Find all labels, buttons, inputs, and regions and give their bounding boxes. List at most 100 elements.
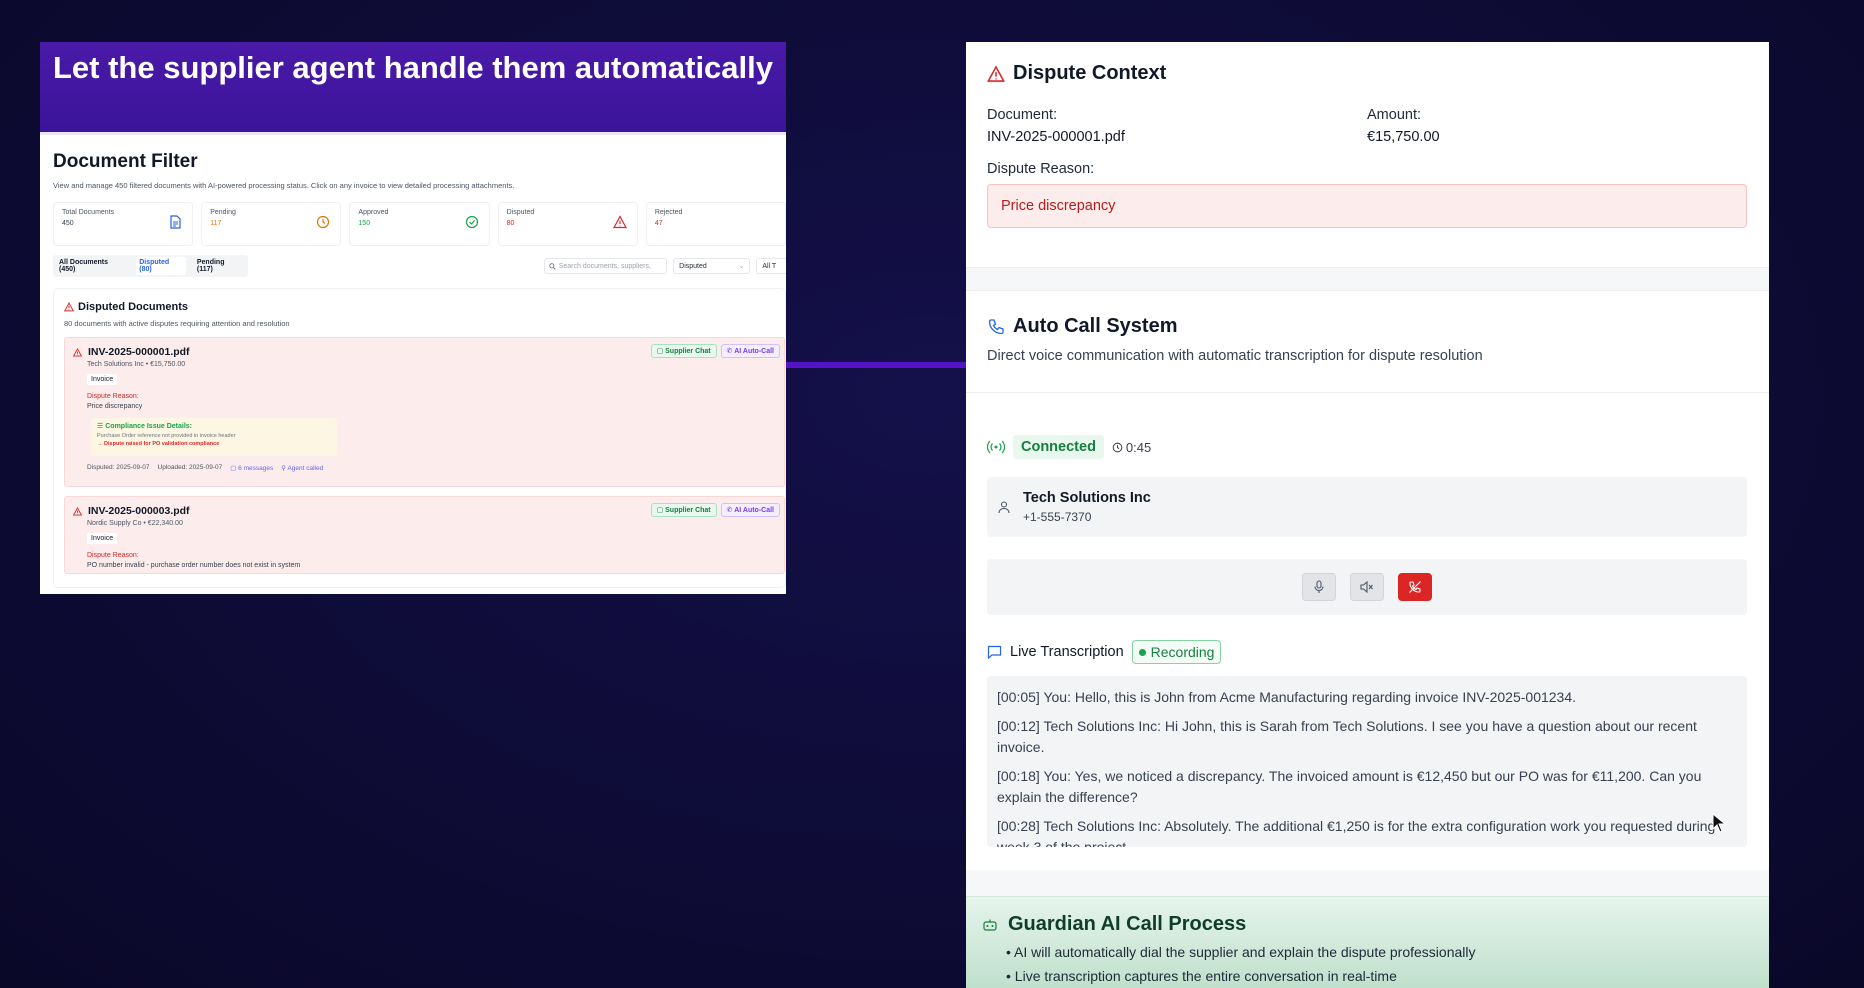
section-title-text: Dispute Context [1013,62,1167,84]
stat-value: 47 [654,220,663,227]
call-body: Connected 0:45 Tech Solutions Inc +1-555… [966,435,1769,847]
select-value: Disputed [679,262,707,270]
user-icon [998,501,1010,514]
recording-badge: Recording [1131,640,1222,664]
search-placeholder: Search documents, suppliers, [558,262,651,270]
end-call-button[interactable] [1398,573,1432,601]
transcript-line: [00:28] Tech Solutions Inc: Absolutely. … [997,818,1716,847]
document-filter-screenshot: Let the supplier agent handle them autom… [40,42,786,594]
warning-icon [73,506,82,515]
ai-auto-call-button[interactable]: ✆ AI Auto-Call [720,503,780,517]
document-label: Document: [987,107,1058,123]
disputed-date: Disputed: 2025-09-07 [87,464,150,471]
stat-value: 80 [506,220,515,227]
compliance-action: → Dispute raised for PO validation compl… [97,441,220,447]
tab-group: All Documents (450) Disputed (80) Pendin… [53,255,248,277]
mouse-cursor-icon [1712,813,1726,833]
select-value: All T [762,262,777,270]
stat-label: Approved [358,209,389,216]
section-description: Direct voice communication with automati… [987,348,1483,364]
dispute-reason-label: Dispute Reason: [87,393,139,400]
clock-icon [1112,442,1123,452]
signal-icon [987,440,1005,454]
check-circle-icon [465,215,478,229]
dispute-card[interactable]: INV-2025-000003.pdf Nordic Supply Co • €… [64,496,785,574]
contact-info: Tech Solutions Inc +1-555-7370 [1023,490,1151,524]
stat-disputed: Disputed 80 [497,202,638,246]
supplier-chat-button[interactable]: ▢ Supplier Chat [650,503,717,517]
page-title: Document Filter [53,151,198,172]
dispute-card[interactable]: INV-2025-000001.pdf Tech Solutions Inc •… [64,337,785,487]
microphone-icon [1314,580,1324,593]
section-title: Disputed Documents [64,301,785,313]
file-name: INV-2025-000001.pdf [88,346,190,358]
file-name: INV-2025-000003.pdf [88,505,190,517]
dispute-reason-value: Price discrepancy [87,403,143,410]
stat-label: Pending [210,209,236,216]
page-subtitle: View and manage 450 filtered documents w… [53,181,515,190]
warning-icon [612,215,627,229]
mute-speaker-button[interactable] [1350,573,1384,601]
stat-label: Total Documents [62,209,115,216]
section-title: Dispute Context [987,62,1747,85]
phone-off-icon [1409,581,1421,593]
transcript-line: [00:05] You: Hello, this is John from Ac… [997,689,1577,705]
compliance-box: ☰ Compliance Issue Details: Purchase Ord… [91,418,337,456]
supplier-amount: Tech Solutions Inc • €15,750.00 [87,361,186,368]
document-field: Document: INV-2025-000001.pdf [987,107,1367,145]
search-input[interactable]: Search documents, suppliers, [543,258,668,274]
section-title-text: Disputed Documents [78,301,189,313]
document-value: INV-2025-000001.pdf [987,129,1125,145]
call-controls [987,559,1747,615]
recording-text: Recording [1150,644,1215,660]
disputed-documents-section: Disputed Documents 80 documents with act… [53,288,786,588]
phone-icon [988,318,1004,334]
process-item: • AI will automatically dial the supplie… [1006,944,1476,960]
chevron-down-icon: ⌄ [738,263,745,270]
stat-rejected: Rejected 47 [645,202,786,246]
supplier-chat-button[interactable]: ▢ Supplier Chat [650,344,717,358]
card-footer: Disputed: 2025-09-07 Uploaded: 2025-09-0… [87,464,776,472]
ai-auto-call-button[interactable]: ✆ AI Auto-Call [720,344,780,358]
agent-called-link[interactable]: ⚲ Agent called [281,464,323,472]
compliance-line: Purchase Order reference not provided in… [97,433,236,439]
doc-type-chip: Invoice [87,533,118,544]
mic-button[interactable] [1302,573,1336,601]
doc-type-chip: Invoice [87,374,118,385]
tab-all-documents[interactable]: All Documents (450) [56,257,128,275]
stat-pending: Pending 117 [201,202,342,246]
transcription-label: Live Transcription [1010,644,1124,660]
clock-icon [317,215,330,229]
stat-value: 117 [210,220,222,227]
dispute-reason-label: Dispute Reason: [87,552,139,559]
card-actions: ▢ Supplier Chat ✆ AI Auto-Call [650,503,780,517]
stat-approved: Approved 150 [349,202,490,246]
transcription-header: Live Transcription Recording [987,640,1747,664]
stat-label: Rejected [654,209,683,216]
dispute-reason-box: Price discrepancy [987,184,1747,228]
timer-value: 0:45 [1125,439,1152,455]
stat-value: 150 [358,220,371,227]
tab-disputed[interactable]: Disputed (80) [136,257,186,275]
robot-icon [983,919,997,931]
connected-badge: Connected [1013,435,1104,459]
section-title-text: Auto Call System [1013,315,1178,337]
tab-pending[interactable]: Pending (117) [194,257,245,275]
dispute-context-section: Dispute Context Document: INV-2025-00000… [966,42,1769,268]
card-actions: ▢ Supplier Chat ✆ AI Auto-Call [650,344,780,358]
filter-row: All Documents (450) Disputed (80) Pendin… [53,255,786,277]
section-title: Guardian AI Call Process [982,913,1769,936]
stats-row: Total Documents 450 Pending 117 Approved… [53,202,786,246]
amount-field: Amount: €15,750.00 [1367,107,1747,145]
status-select[interactable]: Disputed ⌄ [673,258,751,274]
transcript-line: [00:12] Tech Solutions Inc: Hi John, thi… [997,718,1697,755]
messages-link[interactable]: ▢ 6 messages [230,464,273,472]
stat-total: Total Documents 450 [53,202,194,246]
type-select[interactable]: All T [756,258,786,274]
compliance-title: ☰ Compliance Issue Details: [97,423,192,430]
section-title: Auto Call System [987,315,1747,338]
transcript-box[interactable]: [00:05] You: Hello, this is John from Ac… [987,676,1747,847]
amount-value: €15,750.00 [1367,129,1440,145]
warning-icon [73,347,82,356]
stat-value: 450 [62,220,74,227]
